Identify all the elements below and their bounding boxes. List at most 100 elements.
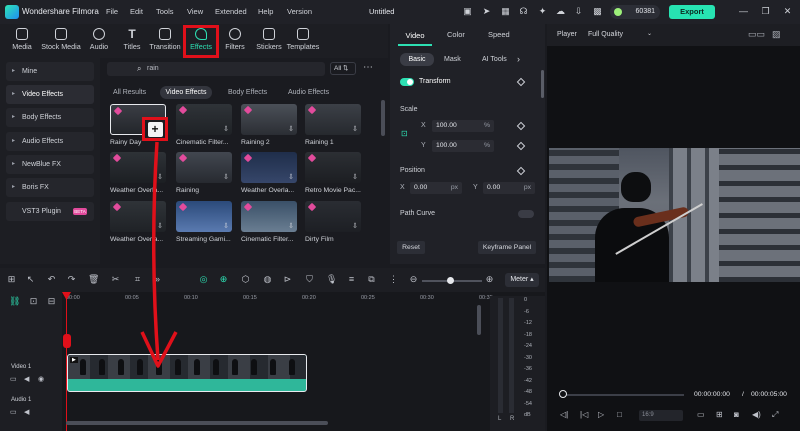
aspect-ratio-dropdown[interactable]: 16:9: [639, 410, 683, 421]
quality-dropdown[interactable]: Full Quality ⌄: [588, 28, 656, 41]
subtab-ai-tools[interactable]: AI Tools: [482, 53, 507, 66]
nav-item-mine[interactable]: ▸ Mine: [6, 62, 94, 81]
download-icon[interactable]: ⇩: [223, 125, 229, 133]
compare-view-icon[interactable]: ▭▭: [748, 29, 765, 40]
effect-10-thumbnail[interactable]: ⇩: [176, 201, 232, 232]
tab-templates[interactable]: Templates: [286, 24, 320, 58]
play-icon[interactable]: ▷: [598, 410, 604, 419]
filter-dropdown[interactable]: All ⇅: [330, 62, 356, 75]
select-tool-icon[interactable]: ↖: [25, 274, 36, 285]
zoom-out-icon[interactable]: ⊖: [408, 274, 419, 285]
download-icon[interactable]: ⇩: [352, 222, 358, 230]
nav-item-video-effects[interactable]: ▸ Video Effects: [6, 85, 94, 104]
cloud-icon[interactable]: ☁: [555, 6, 566, 17]
volume-icon[interactable]: ◀): [752, 410, 761, 419]
tab-transition[interactable]: Transition: [148, 24, 182, 58]
download-icon[interactable]: ⇩: [352, 173, 358, 181]
timeline-vertical-scrollbar[interactable]: [477, 305, 481, 335]
voiceover-icon[interactable]: ≡: [346, 274, 357, 285]
transform-toggle[interactable]: [400, 78, 414, 86]
minimize-icon[interactable]: —: [738, 6, 749, 17]
microphone-icon[interactable]: 🎙: [326, 274, 337, 285]
credits-badge[interactable]: 60381: [610, 5, 660, 19]
undo-icon[interactable]: ↶: [46, 274, 57, 285]
effect-9-thumbnail[interactable]: ⇩: [110, 201, 166, 232]
add-track-icon[interactable]: ⊡: [28, 296, 39, 307]
step-back-icon[interactable]: |◁: [580, 410, 588, 419]
effect-5-thumbnail[interactable]: ⇩: [110, 152, 166, 183]
download-icon[interactable]: ⇩: [223, 222, 229, 230]
download-icon[interactable]: ⇩: [157, 222, 163, 230]
keyframe-panel-button[interactable]: Keyframe Panel: [478, 241, 536, 254]
tab-audio-effects[interactable]: Audio Effects: [288, 86, 329, 99]
download-icon[interactable]: ⇩: [157, 173, 163, 181]
playhead[interactable]: [66, 295, 67, 431]
effect-12-thumbnail[interactable]: ⇩: [305, 201, 361, 232]
meter-button[interactable]: Meter ▴: [505, 273, 539, 287]
download-icon[interactable]: ⇩: [352, 125, 358, 133]
mute-icon[interactable]: ◀: [24, 408, 29, 416]
menu-help[interactable]: Help: [258, 7, 273, 16]
tracks-icon[interactable]: ⋮: [388, 274, 399, 285]
cut-icon[interactable]: ✂: [110, 274, 121, 285]
nav-item-boris-fx[interactable]: ▸ Boris FX: [6, 178, 94, 197]
menu-version[interactable]: Version: [287, 7, 312, 16]
subtab-basic[interactable]: Basic: [400, 53, 434, 66]
playback-knob[interactable]: [559, 390, 567, 398]
maximize-icon[interactable]: ❐: [760, 6, 771, 17]
tab-filters[interactable]: Filters: [222, 24, 248, 58]
tab-body-effects[interactable]: Body Effects: [228, 86, 267, 99]
more-options-icon[interactable]: ⋯: [363, 62, 374, 73]
effect-7-thumbnail[interactable]: ⇩: [241, 152, 297, 183]
tab-video-effects[interactable]: Video Effects: [160, 86, 212, 99]
download-icon[interactable]: ⇩: [288, 125, 294, 133]
download-icon[interactable]: ⇩: [223, 173, 229, 181]
tab-titles[interactable]: T Titles: [118, 24, 146, 58]
effects-scrollbar[interactable]: [381, 100, 385, 136]
effect-8-thumbnail[interactable]: ⇩: [305, 152, 361, 183]
link-icon[interactable]: ⛓: [9, 296, 20, 307]
snapshot-image-icon[interactable]: ▨: [772, 29, 781, 40]
nav-item-body-effects[interactable]: ▸ Body Effects: [6, 108, 94, 127]
folder-icon[interactable]: ▭: [10, 408, 17, 416]
stop-icon[interactable]: □: [617, 410, 622, 419]
effect-4-thumbnail[interactable]: ⇩: [305, 104, 361, 135]
shield-icon[interactable]: ⛉: [304, 274, 315, 285]
playback-progress[interactable]: [564, 394, 684, 396]
render-preview-icon[interactable]: ◍: [262, 274, 273, 285]
track-settings-icon[interactable]: ⊟: [46, 296, 57, 307]
reset-button[interactable]: Reset: [397, 241, 425, 254]
effect-2-thumbnail[interactable]: ⇩: [176, 104, 232, 135]
position-x-field[interactable]: 0.00 px: [410, 182, 462, 194]
path-curve-toggle[interactable]: [518, 210, 534, 218]
delete-icon[interactable]: 🗑: [88, 274, 99, 285]
tab-stickers[interactable]: Stickers: [254, 24, 284, 58]
play-range-icon[interactable]: ⊳: [282, 274, 293, 285]
tab-color[interactable]: Color: [447, 30, 465, 39]
tab-audio[interactable]: Audio: [86, 24, 112, 58]
redo-icon[interactable]: ↷: [66, 274, 77, 285]
video-preview[interactable]: [549, 148, 800, 282]
effect-11-thumbnail[interactable]: ⇩: [241, 201, 297, 232]
tab-all-results[interactable]: All Results: [113, 86, 146, 99]
menu-tools[interactable]: Tools: [156, 7, 174, 16]
search-input[interactable]: ⌕ rain: [107, 62, 325, 76]
marker-icon[interactable]: ⬡: [240, 274, 251, 285]
send-icon[interactable]: ➤: [481, 6, 492, 17]
chevron-right-icon[interactable]: ›: [517, 53, 520, 66]
video-clip[interactable]: ▶: [67, 354, 307, 392]
more-tools-icon[interactable]: »: [152, 274, 163, 285]
layout-icon[interactable]: ⊞: [6, 274, 17, 285]
render-icon[interactable]: ⊞: [716, 410, 723, 419]
tab-speed[interactable]: Speed: [488, 30, 510, 39]
download-icon[interactable]: ⇩: [288, 173, 294, 181]
headset-icon[interactable]: ☊: [518, 6, 529, 17]
gift-icon[interactable]: ▣: [462, 6, 473, 17]
scale-x-field[interactable]: 100.00%: [432, 120, 494, 132]
menu-extended[interactable]: Extended: [215, 7, 247, 16]
menu-view[interactable]: View: [187, 7, 203, 16]
snap-icon[interactable]: ⊕: [218, 274, 229, 285]
grid-icon[interactable]: ▩: [592, 6, 603, 17]
nav-item-audio-effects[interactable]: ▸ Audio Effects: [6, 132, 94, 151]
tab-stock-media[interactable]: Stock Media: [38, 24, 84, 58]
